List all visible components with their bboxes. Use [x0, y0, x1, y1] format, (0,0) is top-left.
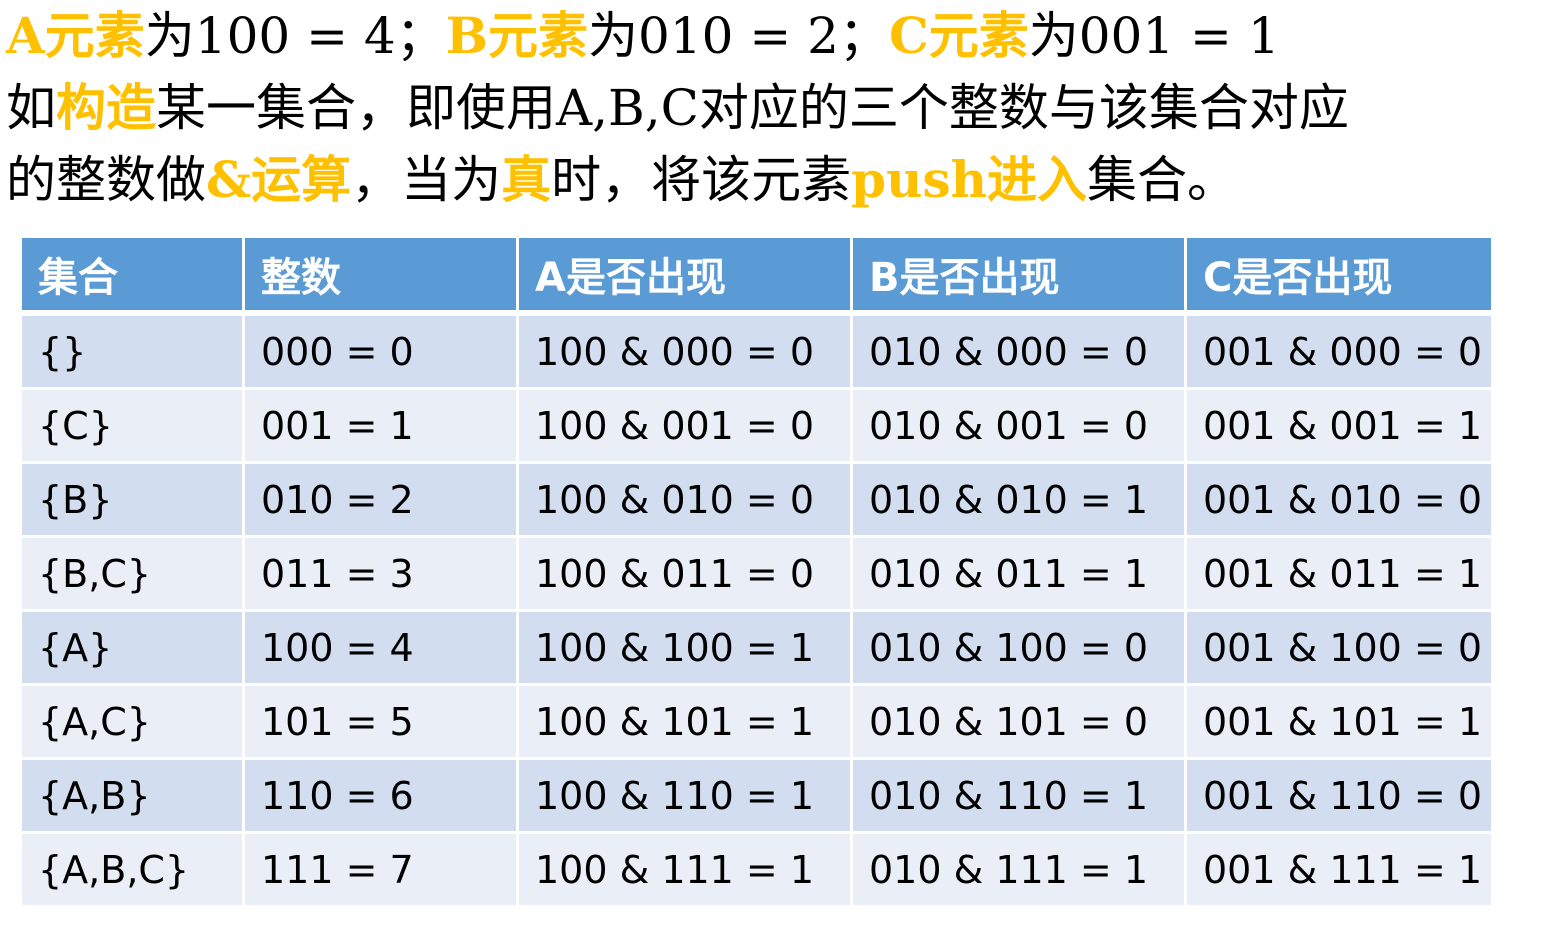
- table-row: {C} 001 = 1 100 & 001 = 0 010 & 001 = 0 …: [19, 387, 1494, 464]
- table-row: {} 000 = 0 100 & 000 = 0 010 & 000 = 0 0…: [19, 311, 1494, 390]
- cell-integer: 000 = 0: [242, 311, 519, 390]
- table-row: {A,B} 110 = 6 100 & 110 = 1 010 & 110 = …: [19, 757, 1494, 834]
- cell-a: 100 & 010 = 0: [516, 461, 853, 538]
- cell-integer: 010 = 2: [242, 461, 519, 538]
- intro-segment: ，当为: [351, 151, 502, 209]
- cell-c: 001 & 111 = 1: [1184, 831, 1494, 908]
- cell-b: 010 & 111 = 1: [850, 831, 1187, 908]
- table-header-row: 集合 整数 A是否出现 B是否出现 C是否出现: [19, 235, 1494, 316]
- cell-integer: 001 = 1: [242, 387, 519, 464]
- cell-integer: 110 = 6: [242, 757, 519, 834]
- header-set: 集合: [19, 235, 245, 316]
- table-row: {B,C} 011 = 3 100 & 011 = 0 010 & 011 = …: [19, 535, 1494, 612]
- cell-c: 001 & 001 = 1: [1184, 387, 1494, 464]
- cell-c: 001 & 011 = 1: [1184, 535, 1494, 612]
- cell-set: {B}: [19, 461, 245, 538]
- intro-segment: B元素: [445, 6, 588, 65]
- intro-text: A元素为100 = 4；B元素为010 = 2；C元素为001 = 1 如构造某…: [6, 0, 1556, 216]
- cell-integer: 111 = 7: [242, 831, 519, 908]
- cell-c: 001 & 110 = 0: [1184, 757, 1494, 834]
- intro-segment: 为100 = 4；: [144, 7, 446, 65]
- intro-segment: 为010 = 2；: [588, 7, 889, 65]
- intro-segment: A元素: [6, 6, 145, 65]
- header-a-present: A是否出现: [516, 235, 853, 316]
- cell-c: 001 & 100 = 0: [1184, 609, 1494, 686]
- header-c-present: C是否出现: [1184, 235, 1494, 316]
- cell-c: 001 & 000 = 0: [1184, 311, 1494, 390]
- intro-segment: 为001 = 1: [1028, 7, 1280, 65]
- cell-a: 100 & 001 = 0: [516, 387, 853, 464]
- intro-segment: 构造: [56, 78, 156, 137]
- cell-b: 010 & 000 = 0: [850, 311, 1187, 390]
- table-row: {A,C} 101 = 5 100 & 101 = 1 010 & 101 = …: [19, 683, 1494, 760]
- cell-b: 010 & 011 = 1: [850, 535, 1187, 612]
- cell-a: 100 & 111 = 1: [516, 831, 853, 908]
- intro-segment: push进入: [851, 150, 1087, 209]
- table-row: {A} 100 = 4 100 & 100 = 1 010 & 100 = 0 …: [19, 609, 1494, 686]
- cell-integer: 100 = 4: [242, 609, 519, 686]
- table-row: {A,B,C} 111 = 7 100 & 111 = 1 010 & 111 …: [19, 831, 1494, 908]
- cell-integer: 101 = 5: [242, 683, 519, 760]
- cell-c: 001 & 101 = 1: [1184, 683, 1494, 760]
- intro-segment: 某一集合，即使用A,B,C对应的三个整数与该集合对应: [156, 79, 1349, 137]
- intro-line-1: A元素为100 = 4；B元素为010 = 2；C元素为001 = 1: [6, 0, 1556, 72]
- cell-a: 100 & 101 = 1: [516, 683, 853, 760]
- cell-set: {A,B}: [19, 757, 245, 834]
- intro-segment: &运算: [206, 150, 352, 209]
- cell-set: {}: [19, 311, 245, 390]
- cell-c: 001 & 010 = 0: [1184, 461, 1494, 538]
- intro-segment: 集合。: [1086, 151, 1237, 209]
- cell-a: 100 & 110 = 1: [516, 757, 853, 834]
- header-integer: 整数: [242, 235, 519, 316]
- cell-b: 010 & 101 = 0: [850, 683, 1187, 760]
- intro-segment: C元素: [888, 6, 1029, 65]
- cell-a: 100 & 011 = 0: [516, 535, 853, 612]
- cell-b: 010 & 100 = 0: [850, 609, 1187, 686]
- cell-set: {A,B,C}: [19, 831, 245, 908]
- intro-segment: 真: [501, 150, 552, 209]
- intro-line-3: 的整数做&运算，当为真时，将该元素push进入集合。: [6, 144, 1556, 216]
- cell-set: {C}: [19, 387, 245, 464]
- intro-line-2: 如构造某一集合，即使用A,B,C对应的三个整数与该集合对应: [6, 72, 1556, 144]
- header-b-present: B是否出现: [850, 235, 1187, 316]
- intro-segment: 时，将该元素: [551, 151, 852, 209]
- cell-a: 100 & 100 = 1: [516, 609, 853, 686]
- cell-a: 100 & 000 = 0: [516, 311, 853, 390]
- intro-segment: 如: [6, 79, 56, 137]
- cell-set: {B,C}: [19, 535, 245, 612]
- cell-set: {A}: [19, 609, 245, 686]
- cell-b: 010 & 001 = 0: [850, 387, 1187, 464]
- cell-b: 010 & 110 = 1: [850, 757, 1187, 834]
- cell-b: 010 & 010 = 1: [850, 461, 1187, 538]
- table-row: {B} 010 = 2 100 & 010 = 0 010 & 010 = 1 …: [19, 461, 1494, 538]
- cell-integer: 011 = 3: [242, 535, 519, 612]
- subset-table: 集合 整数 A是否出现 B是否出现 C是否出现 {} 000 = 0 100 &…: [19, 235, 1494, 908]
- intro-segment: 的整数做: [6, 151, 206, 209]
- cell-set: {A,C}: [19, 683, 245, 760]
